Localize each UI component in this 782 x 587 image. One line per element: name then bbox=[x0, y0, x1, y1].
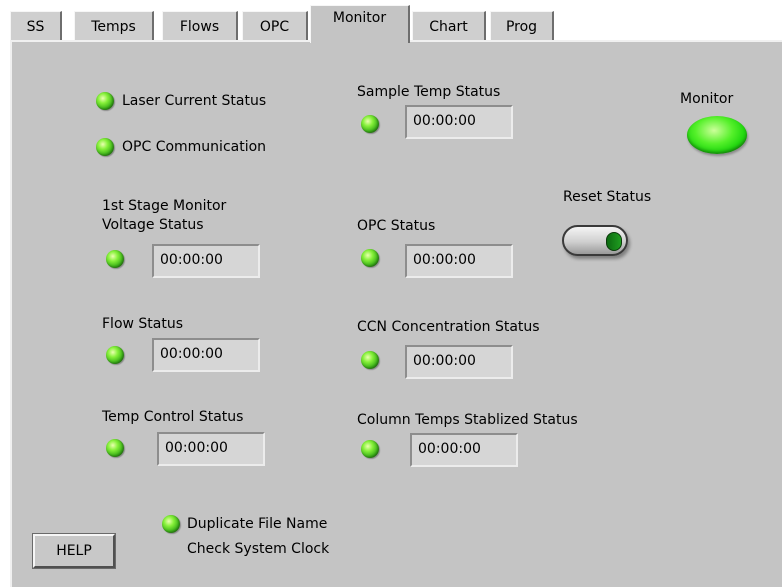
sample-temp-label: Sample Temp Status bbox=[357, 84, 501, 100]
flow-status-led[interactable] bbox=[106, 346, 124, 364]
stage-monitor-label-line2: Voltage Status bbox=[102, 217, 204, 233]
laser-current-label: Laser Current Status bbox=[122, 93, 267, 109]
ccn-concentration-time: 00:00:00 bbox=[405, 345, 513, 379]
stage-monitor-led[interactable] bbox=[106, 250, 124, 268]
duplicate-file-label-line2: Check System Clock bbox=[187, 541, 330, 557]
monitor-led[interactable] bbox=[687, 116, 747, 154]
panel-content: Laser Current Status OPC Communication S… bbox=[0, 0, 782, 587]
help-button[interactable]: HELP bbox=[32, 533, 116, 569]
reset-status-label: Reset Status bbox=[563, 189, 652, 205]
duplicate-file-label-line1: Duplicate File Name bbox=[187, 516, 328, 532]
column-temps-time: 00:00:00 bbox=[410, 433, 518, 467]
stage-monitor-time: 00:00:00 bbox=[152, 244, 260, 278]
ccn-concentration-label: CCN Concentration Status bbox=[357, 319, 540, 335]
reset-status-button[interactable] bbox=[562, 225, 628, 256]
duplicate-file-led[interactable] bbox=[162, 515, 180, 533]
opc-communication-label: OPC Communication bbox=[122, 139, 267, 155]
flow-status-time: 00:00:00 bbox=[152, 338, 260, 372]
sample-temp-led[interactable] bbox=[361, 115, 379, 133]
laser-current-led[interactable] bbox=[96, 92, 114, 110]
temp-control-led[interactable] bbox=[106, 439, 124, 457]
opc-status-led[interactable] bbox=[361, 249, 379, 267]
column-temps-label: Column Temps Stablized Status bbox=[357, 412, 578, 428]
column-temps-led[interactable] bbox=[361, 440, 379, 458]
sample-temp-time: 00:00:00 bbox=[405, 105, 513, 139]
stage-monitor-label-line1: 1st Stage Monitor bbox=[102, 198, 227, 214]
flow-status-label: Flow Status bbox=[102, 316, 184, 332]
temp-control-label: Temp Control Status bbox=[102, 409, 244, 425]
ccn-concentration-led[interactable] bbox=[361, 351, 379, 369]
monitor-label: Monitor bbox=[680, 91, 734, 107]
opc-status-label: OPC Status bbox=[357, 218, 436, 234]
temp-control-time: 00:00:00 bbox=[157, 432, 265, 466]
opc-communication-led[interactable] bbox=[96, 138, 114, 156]
opc-status-time: 00:00:00 bbox=[405, 244, 513, 278]
reset-indicator-icon bbox=[606, 232, 622, 251]
